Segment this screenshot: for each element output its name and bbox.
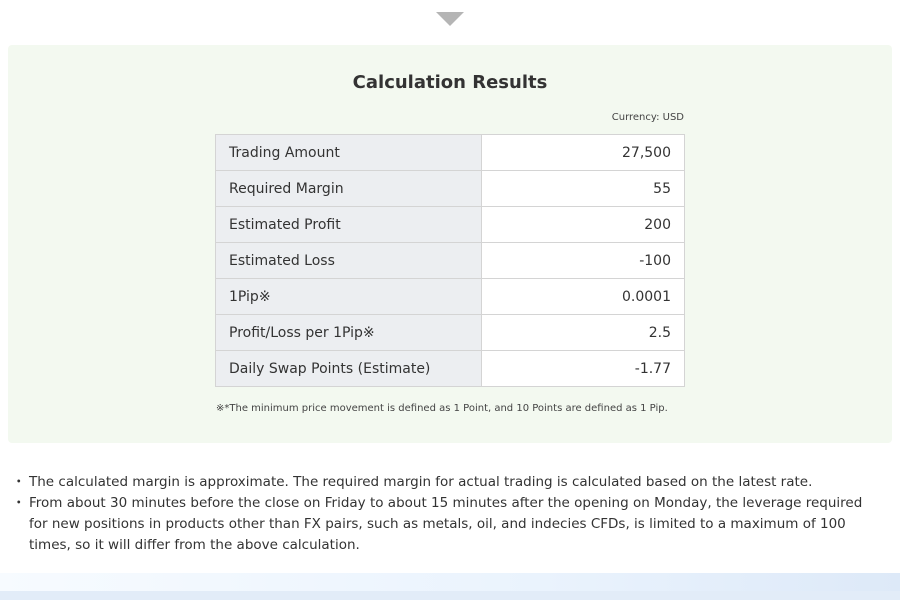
one-pip-value: 0.0001 xyxy=(481,278,685,315)
note-text: From about 30 minutes before the close o… xyxy=(29,495,863,553)
table-row: Estimated Loss -100 xyxy=(215,242,685,279)
daily-swap-points-label: Daily Swap Points (Estimate) xyxy=(215,350,482,387)
bottom-band xyxy=(0,573,900,600)
pip-footnote: ※*The minimum price movement is defined … xyxy=(216,403,668,414)
results-table: Trading Amount 27,500 Required Margin 55… xyxy=(215,134,685,387)
profit-loss-per-pip-label: Profit/Loss per 1Pip※ xyxy=(215,314,482,351)
estimated-profit-value: 200 xyxy=(481,206,685,243)
table-row: Required Margin 55 xyxy=(215,170,685,207)
required-margin-value: 55 xyxy=(481,170,685,207)
table-row: Daily Swap Points (Estimate) -1.77 xyxy=(215,350,685,387)
list-item: ・ From about 30 minutes before the close… xyxy=(12,493,878,556)
results-title: Calculation Results xyxy=(352,72,548,93)
currency-label: Currency: USD xyxy=(611,112,684,123)
estimated-loss-label: Estimated Loss xyxy=(215,242,482,279)
profit-loss-per-pip-value: 2.5 xyxy=(481,314,685,351)
bullet-icon: ・ xyxy=(12,474,26,490)
calculation-results-panel: Calculation Results Currency: USD Tradin… xyxy=(8,45,892,443)
table-row: Estimated Profit 200 xyxy=(215,206,685,243)
table-row: Trading Amount 27,500 xyxy=(215,134,685,171)
trading-amount-value: 27,500 xyxy=(481,134,685,171)
table-row: Profit/Loss per 1Pip※ 2.5 xyxy=(215,314,685,351)
chevron-down-icon xyxy=(436,12,464,26)
list-item: ・ The calculated margin is approximate. … xyxy=(12,472,878,493)
bullet-icon: ・ xyxy=(12,495,26,511)
daily-swap-points-value: -1.77 xyxy=(481,350,685,387)
estimated-loss-value: -100 xyxy=(481,242,685,279)
note-text: The calculated margin is approximate. Th… xyxy=(29,474,813,490)
table-row: 1Pip※ 0.0001 xyxy=(215,278,685,315)
one-pip-label: 1Pip※ xyxy=(215,278,482,315)
required-margin-label: Required Margin xyxy=(215,170,482,207)
trading-amount-label: Trading Amount xyxy=(215,134,482,171)
estimated-profit-label: Estimated Profit xyxy=(215,206,482,243)
notes-list: ・ The calculated margin is approximate. … xyxy=(12,472,878,556)
